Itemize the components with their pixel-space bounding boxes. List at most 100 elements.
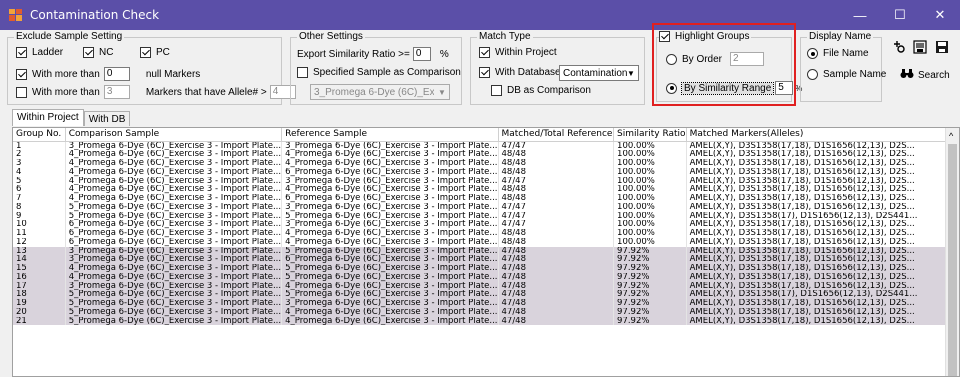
table-row[interactable]: 5 4_Promega 6-Dye (6C)_Exercise 3 - Impor…	[13, 176, 959, 186]
within-project-checkbox[interactable]	[479, 47, 490, 58]
cell-similarity-ratio: 100.00%	[613, 176, 687, 186]
other-settings-group: Other Settings Export Similarity Ratio >…	[290, 31, 462, 105]
cell-similarity-ratio: 100.00%	[613, 194, 687, 203]
table-row[interactable]: 3 4_Promega 6-Dye (6C)_Exercise 3 - Impor…	[13, 159, 959, 168]
cell-similarity-ratio: 100.00%	[613, 159, 687, 168]
cell-reference-sample: 5_Promega 6-Dye (6C)_Exercise 3 - Import…	[281, 272, 499, 282]
cell-matched-markers: AMEL(X,Y), D3S1358(17,18), D1S1656(12,13…	[686, 167, 959, 177]
cell-group-no: 1	[13, 141, 66, 151]
annotation-highlight-box	[652, 23, 796, 106]
cell-matched-total: 47/48	[498, 246, 615, 256]
table-row[interactable]: 6 4_Promega 6-Dye (6C)_Exercise 3 - Impor…	[13, 185, 959, 194]
result-tabs: Within Project With DB	[12, 109, 131, 126]
export-ratio-input[interactable]: 0	[412, 47, 431, 61]
table-row[interactable]: 21 5_Promega 6-Dye (6C)_Exercise 3 - Impo…	[13, 316, 959, 326]
sample-name-label: Sample Name	[823, 69, 887, 80]
other-settings-legend: Other Settings	[297, 31, 365, 42]
close-button[interactable]: ✕	[920, 0, 960, 30]
filter-icon[interactable]	[892, 40, 906, 57]
cell-matched-markers: AMEL(X,Y), D3S1358(17,18), D1S1656(12,13…	[686, 229, 959, 238]
table-row[interactable]: 18 5_Promega 6-Dye (6C)_Exercise 3 - Impo…	[13, 290, 959, 299]
cell-matched-total: 47/47	[498, 211, 615, 221]
cell-matched-markers: AMEL(X,Y), D3S1358(17,18), D1S1656(12,13…	[686, 150, 959, 159]
grid-app-icon	[9, 8, 23, 22]
cell-comparison-sample: 4_Promega 6-Dye (6C)_Exercise 3 - Import…	[65, 176, 283, 186]
export-ratio-unit: %	[439, 48, 449, 60]
pc-checkbox[interactable]	[140, 47, 151, 58]
pc-label: PC	[156, 47, 170, 58]
cell-matched-markers: AMEL(X,Y), D3S1358(17,18), D1S1656(12,13…	[686, 281, 959, 291]
maximize-button[interactable]: ☐	[880, 0, 920, 30]
null-markers-input[interactable]: 0	[103, 67, 130, 81]
table-row[interactable]: 4 4_Promega 6-Dye (6C)_Exercise 3 - Impor…	[13, 167, 959, 177]
sample-name-radio[interactable]	[807, 69, 818, 80]
within-project-label: Within Project	[495, 47, 557, 58]
cell-comparison-sample: 4_Promega 6-Dye (6C)_Exercise 3 - Import…	[65, 194, 283, 203]
cell-matched-markers: AMEL(X,Y), D3S1358(17), D1S1656(12,13), …	[686, 290, 959, 299]
table-row[interactable]: 9 5_Promega 6-Dye (6C)_Exercise 3 - Impor…	[13, 211, 959, 221]
column-header-reference[interactable]: Reference Sample	[281, 128, 499, 142]
cell-group-no: 3	[13, 159, 66, 168]
cell-matched-total: 48/48	[498, 194, 615, 203]
column-header-similarity[interactable]: Similarity Ratio	[613, 128, 687, 142]
table-row[interactable]: 20 5_Promega 6-Dye (6C)_Exercise 3 - Impo…	[13, 307, 959, 317]
cell-reference-sample: 4_Promega 6-Dye (6C)_Exercise 3 - Import…	[281, 159, 499, 168]
cell-matched-markers: AMEL(X,Y), D3S1358(17,18), D1S1656(12,13…	[686, 176, 959, 186]
cell-comparison-sample: 4_Promega 6-Dye (6C)_Exercise 3 - Import…	[65, 185, 283, 194]
file-name-radio[interactable]	[807, 48, 818, 59]
cell-similarity-ratio: 97.92%	[613, 272, 687, 282]
specified-sample-select[interactable]: 3_Promega 6-Dye (6C)_Exercise 3 ▼	[310, 84, 450, 100]
search-button[interactable]: Search	[900, 68, 950, 83]
column-header-group-no[interactable]: Group No.	[13, 128, 66, 142]
cell-similarity-ratio: 97.92%	[613, 281, 687, 291]
cell-matched-total: 47/48	[498, 307, 615, 317]
nc-checkbox[interactable]	[83, 47, 94, 58]
scrollbar-thumb[interactable]	[948, 144, 957, 376]
table-row[interactable]: 8 5_Promega 6-Dye (6C)_Exercise 3 - Impor…	[13, 202, 959, 212]
cell-group-no: 11	[13, 229, 66, 238]
cell-reference-sample: 4_Promega 6-Dye (6C)_Exercise 3 - Import…	[281, 229, 499, 238]
ladder-checkbox[interactable]	[16, 47, 27, 58]
specified-sample-checkbox[interactable]	[297, 67, 308, 78]
column-header-matched-markers[interactable]: Matched Markers(Alleles)	[686, 128, 959, 142]
cell-comparison-sample: 5_Promega 6-Dye (6C)_Exercise 3 - Import…	[65, 316, 283, 326]
cell-matched-total: 47/48	[498, 255, 615, 264]
db-as-comparison-checkbox[interactable]	[491, 85, 502, 96]
table-row[interactable]: 7 4_Promega 6-Dye (6C)_Exercise 3 - Impor…	[13, 194, 959, 203]
table-row[interactable]: 10 6_Promega 6-Dye (6C)_Exercise 3 - Impo…	[13, 220, 959, 229]
table-row[interactable]: 11 6_Promega 6-Dye (6C)_Exercise 3 - Impo…	[13, 229, 959, 238]
scroll-up-icon[interactable]: ^	[949, 131, 953, 141]
export-ratio-label: Export Similarity Ratio >=	[297, 48, 410, 60]
cell-group-no: 20	[13, 307, 66, 317]
minimize-button[interactable]: —	[840, 0, 880, 30]
cell-similarity-ratio: 100.00%	[613, 150, 687, 159]
tab-with-db[interactable]: With DB	[83, 111, 131, 126]
cell-similarity-ratio: 97.92%	[613, 307, 687, 317]
results-table: Group No. Comparison Sample Reference Sa…	[13, 128, 959, 326]
column-header-comparison[interactable]: Comparison Sample	[65, 128, 283, 142]
table-row[interactable]: 16 4_Promega 6-Dye (6C)_Exercise 3 - Impo…	[13, 272, 959, 282]
cell-matched-markers: AMEL(X,Y), D3S1358(17,18), D1S1656(12,13…	[686, 185, 959, 194]
vertical-scrollbar[interactable]: ^	[945, 128, 959, 376]
save-icon[interactable]	[935, 40, 949, 57]
table-row[interactable]: 2 4_Promega 6-Dye (6C)_Exercise 3 - Impor…	[13, 150, 959, 159]
table-row[interactable]: 13 3_Promega 6-Dye (6C)_Exercise 3 - Impo…	[13, 246, 959, 256]
table-row[interactable]: 19 5_Promega 6-Dye (6C)_Exercise 3 - Impo…	[13, 299, 959, 308]
more-than-null-checkbox[interactable]	[16, 68, 27, 80]
export-icon[interactable]	[913, 40, 927, 57]
table-row[interactable]: 12 6_Promega 6-Dye (6C)_Exercise 3 - Impo…	[13, 237, 959, 247]
more-than-alleles-checkbox[interactable]	[16, 86, 27, 98]
with-database-checkbox[interactable]	[479, 67, 490, 78]
column-header-matched-total[interactable]: Matched/Total Reference	[498, 128, 615, 142]
table-row[interactable]: 17 3_Promega 6-Dye (6C)_Exercise 3 - Impo…	[13, 281, 959, 291]
database-select[interactable]: Contamination ▼	[559, 65, 639, 81]
cell-reference-sample: 4_Promega 6-Dye (6C)_Exercise 3 - Import…	[281, 316, 499, 326]
tab-within-project[interactable]: Within Project	[12, 109, 84, 126]
cell-matched-total: 48/48	[498, 167, 615, 177]
cell-group-no: 16	[13, 272, 66, 282]
table-row[interactable]: 15 4_Promega 6-Dye (6C)_Exercise 3 - Impo…	[13, 264, 959, 273]
table-row[interactable]: 1 3_Promega 6-Dye (6C)_Exercise 3 - Impor…	[13, 141, 959, 151]
table-row[interactable]: 14 3_Promega 6-Dye (6C)_Exercise 3 - Impo…	[13, 255, 959, 264]
cell-matched-total: 47/48	[498, 272, 615, 282]
marker-count-input[interactable]: 3	[103, 85, 130, 99]
